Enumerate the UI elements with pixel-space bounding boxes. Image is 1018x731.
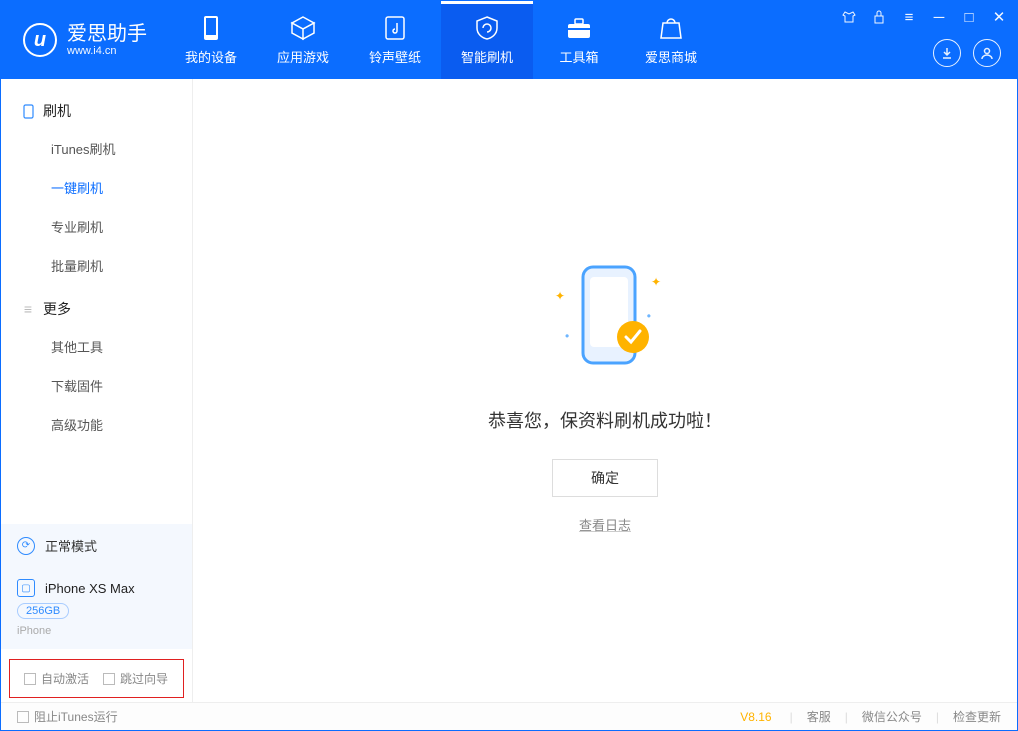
nav-label: 我的设备 (185, 47, 237, 66)
sidebar-item-pro-flash[interactable]: 专业刷机 (1, 207, 192, 246)
bag-icon (659, 15, 683, 41)
user-button[interactable] (973, 39, 1001, 67)
nav-ringtones[interactable]: 铃声壁纸 (349, 1, 441, 79)
cube-icon (290, 15, 316, 41)
group-label: 更多 (43, 299, 71, 319)
footer: 阻止iTunes运行 V8.16 | 客服 | 微信公众号 | 检查更新 (1, 702, 1017, 730)
success-illustration: ✦ • ✦ • (535, 259, 675, 379)
mode-card[interactable]: ⟳ 正常模式 (1, 524, 192, 567)
app-title: 爱思助手 (67, 23, 147, 45)
app-subtitle: www.i4.cn (67, 45, 147, 57)
sidebar-item-other-tools[interactable]: 其他工具 (1, 327, 192, 366)
nav-label: 应用游戏 (277, 47, 329, 66)
shield-refresh-icon (474, 15, 500, 41)
ok-button[interactable]: 确定 (552, 459, 658, 497)
music-file-icon (384, 15, 406, 41)
mode-icon: ⟳ (17, 537, 35, 555)
nav-label: 智能刷机 (461, 47, 513, 66)
device-type: iPhone (17, 625, 51, 637)
sparkle-icon: ✦ (555, 289, 565, 303)
lock-icon[interactable] (869, 7, 889, 27)
logo-icon: u (23, 23, 57, 57)
nav-toolbox[interactable]: 工具箱 (533, 1, 625, 79)
toolbox-icon (566, 15, 592, 41)
close-button[interactable]: ✕ (989, 7, 1009, 27)
group-label: 刷机 (43, 101, 71, 121)
window-controls: ≡ ─ □ ✕ (839, 7, 1009, 27)
skip-guide-checkbox[interactable]: 跳过向导 (103, 670, 168, 687)
nav-store[interactable]: 爱思商城 (625, 1, 717, 79)
nav-my-device[interactable]: 我的设备 (165, 1, 257, 79)
phone-icon (21, 104, 35, 118)
device-name: iPhone XS Max (45, 581, 135, 596)
shirt-icon[interactable] (839, 7, 859, 27)
device-outline-icon: ▢ (17, 579, 35, 597)
nav-smart-flash[interactable]: 智能刷机 (441, 1, 533, 79)
menu-icon[interactable]: ≡ (899, 7, 919, 27)
sidebar-item-itunes-flash[interactable]: iTunes刷机 (1, 129, 192, 168)
top-nav: 我的设备 应用游戏 铃声壁纸 智能刷机 工具箱 爱思商城 (165, 1, 717, 79)
list-icon: ≡ (21, 302, 35, 316)
sidebar-item-advanced[interactable]: 高级功能 (1, 405, 192, 444)
maximize-button[interactable]: □ (959, 7, 979, 27)
block-itunes-checkbox[interactable]: 阻止iTunes运行 (17, 708, 118, 725)
nav-label: 工具箱 (559, 47, 598, 66)
sparkle-icon: ✦ (651, 275, 661, 289)
header-right (933, 39, 1001, 67)
success-message: 恭喜您，保资料刷机成功啦！ (488, 407, 722, 433)
device-icon (202, 15, 220, 41)
version-label: V8.16 (740, 710, 771, 724)
sidebar-item-batch-flash[interactable]: 批量刷机 (1, 246, 192, 285)
auto-activate-checkbox[interactable]: 自动激活 (24, 670, 89, 687)
wechat-link[interactable]: 微信公众号 (862, 708, 922, 725)
nav-label: 铃声壁纸 (369, 47, 421, 66)
sidebar-group-more[interactable]: ≡ 更多 (1, 291, 192, 327)
support-link[interactable]: 客服 (807, 708, 831, 725)
sidebar: 刷机 iTunes刷机 一键刷机 专业刷机 批量刷机 ≡ 更多 其他工具 下载固… (1, 79, 193, 702)
sparkle-icon: • (565, 329, 569, 343)
checkbox-label: 跳过向导 (120, 670, 168, 687)
checkbox-label: 自动激活 (41, 670, 89, 687)
sparkle-icon: • (647, 309, 651, 323)
minimize-button[interactable]: ─ (929, 7, 949, 27)
main-content: ✦ • ✦ • 恭喜您，保资料刷机成功啦！ 确定 查看日志 (193, 79, 1017, 702)
logo: u 爱思助手 www.i4.cn (1, 23, 165, 57)
check-update-link[interactable]: 检查更新 (953, 708, 1001, 725)
sidebar-group-flash[interactable]: 刷机 (1, 93, 192, 129)
nav-apps-games[interactable]: 应用游戏 (257, 1, 349, 79)
header: u 爱思助手 www.i4.cn 我的设备 应用游戏 铃声壁纸 智能刷机 工具箱 (1, 1, 1017, 79)
checkbox-label: 阻止iTunes运行 (34, 708, 118, 725)
nav-label: 爱思商城 (645, 47, 697, 66)
sidebar-item-download-firmware[interactable]: 下载固件 (1, 366, 192, 405)
mode-label: 正常模式 (45, 536, 97, 555)
sidebar-item-oneclick-flash[interactable]: 一键刷机 (1, 168, 192, 207)
option-row: 自动激活 跳过向导 (9, 659, 184, 698)
storage-badge: 256GB (17, 603, 69, 619)
view-log-link[interactable]: 查看日志 (579, 515, 631, 534)
download-button[interactable] (933, 39, 961, 67)
device-card[interactable]: ▢ iPhone XS Max 256GB iPhone (1, 567, 192, 649)
